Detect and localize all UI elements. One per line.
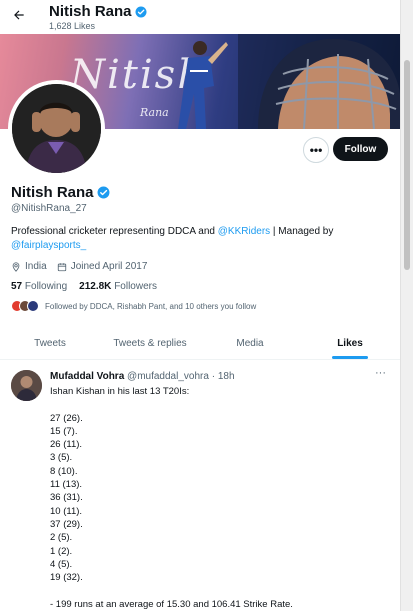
location-text: India <box>25 261 47 272</box>
tweet-line: 2 (5). <box>50 532 73 544</box>
tweet-line: 8 (10). <box>50 465 78 477</box>
tab-label: Likes <box>337 338 363 349</box>
more-dots-icon: ••• <box>309 143 323 157</box>
tweet-card[interactable]: Mufaddal Vohra @mufaddal_vohra · 18h ···… <box>0 361 400 611</box>
tab-label: Tweets & replies <box>113 338 187 349</box>
tweet-author-avatar[interactable] <box>11 370 42 401</box>
tweet-text: Ishan Kishan in his last 13 T20Is: 27 (2… <box>50 385 293 611</box>
followers-label: Followers <box>114 281 157 292</box>
tweet-line: 4 (5). <box>50 558 73 570</box>
profile-handle: @NitishRana_27 <box>11 203 87 214</box>
profile-meta: India Joined April 2017 <box>11 261 147 272</box>
location-item: India <box>11 261 47 272</box>
more-options-button[interactable]: ••• <box>303 137 329 163</box>
tweet-author-handle[interactable]: @mufaddal_vohra <box>127 371 209 382</box>
tweet-line: 37 (29). <box>50 518 83 530</box>
bio-text-1: Professional cricketer representing DDCA… <box>11 226 218 237</box>
tweet-line: 10 (11). <box>50 505 83 517</box>
arrow-left-icon <box>14 10 24 20</box>
banner-helmet-image <box>238 34 400 129</box>
profile-name-text: Nitish Rana <box>11 184 94 201</box>
scrollbar-thumb[interactable] <box>404 60 410 270</box>
tab-media[interactable]: Media <box>200 328 300 359</box>
follow-button[interactable]: Follow <box>333 137 388 161</box>
tweet-line: Ishan Kishan in his last 13 T20Is: <box>50 386 190 397</box>
tab-tweets[interactable]: Tweets <box>0 328 100 359</box>
profile-name: Nitish Rana <box>11 184 110 201</box>
tweet-line <box>50 398 293 411</box>
header-likes-count: 1,628 Likes <box>49 21 96 31</box>
tweet-line <box>50 584 293 597</box>
bio-text-2: | Managed by <box>270 226 334 237</box>
avatar-image <box>12 84 101 173</box>
author-avatar-image <box>11 370 42 401</box>
follow-stats: 57 Following 212.8K Followers <box>11 281 157 292</box>
followed-by[interactable]: Followed by DDCA, Rishabh Pant, and 10 o… <box>11 300 256 312</box>
followers-you-know-avatars <box>11 300 39 312</box>
tweet-line: 11 (13). <box>50 479 83 491</box>
calendar-icon <box>57 262 66 271</box>
tab-label: Media <box>236 338 264 349</box>
tweet-line: - 199 runs at an average of 15.30 and 10… <box>50 598 293 610</box>
location-pin-icon <box>12 261 20 272</box>
tweet-line: 3 (5). <box>50 452 73 464</box>
bio-link-kkriders[interactable]: @KKRiders <box>218 226 270 237</box>
tweet-line: 1 (2). <box>50 545 73 557</box>
banner-batsman-image <box>178 41 228 129</box>
tweet-line: 19 (32). <box>50 572 83 584</box>
header-title: Nitish Rana <box>49 3 147 20</box>
back-button[interactable] <box>8 4 30 26</box>
tab-label: Tweets <box>34 338 66 349</box>
tweet-time[interactable]: 18h <box>218 371 235 382</box>
following-link[interactable]: 57 Following <box>11 281 67 292</box>
followed-by-text: Followed by DDCA, Rishabh Pant, and 10 o… <box>45 301 257 311</box>
followers-link[interactable]: 212.8K Followers <box>79 281 157 292</box>
profile-tabs: Tweets Tweets & replies Media Likes <box>0 328 400 360</box>
active-tab-indicator <box>332 356 368 359</box>
mutual-avatar <box>27 300 39 312</box>
following-count: 57 <box>11 281 23 292</box>
tweet-header: Mufaddal Vohra @mufaddal_vohra · 18h <box>50 371 235 382</box>
tweet-line: 36 (31). <box>50 492 83 504</box>
verified-badge-icon <box>97 186 109 199</box>
followers-count: 212.8K <box>79 281 112 292</box>
profile-bio: Professional cricketer representing DDCA… <box>11 225 391 253</box>
profile-avatar[interactable] <box>8 80 105 177</box>
tweet-line: 26 (11). <box>50 439 83 451</box>
tab-likes[interactable]: Likes <box>300 328 400 359</box>
joined-text: Joined April 2017 <box>70 261 148 272</box>
tweet-line: 15 (7). <box>50 425 78 437</box>
tweet-line: 27 (26). <box>50 412 83 424</box>
verified-badge-icon <box>135 6 147 17</box>
joined-item: Joined April 2017 <box>57 261 148 272</box>
bio-link-fairplaysports[interactable]: @fairplaysports_ <box>11 240 86 251</box>
tweet-more-button[interactable]: ··· <box>375 367 386 379</box>
profile-header-bar: Nitish Rana 1,628 Likes <box>0 0 400 34</box>
tab-tweets-replies[interactable]: Tweets & replies <box>100 328 200 359</box>
header-name: Nitish Rana <box>49 3 132 20</box>
following-label: Following <box>24 281 68 292</box>
tweet-author-name[interactable]: Mufaddal Vohra <box>50 371 124 382</box>
page-scrollbar[interactable] <box>400 0 413 611</box>
tweet-separator: · <box>211 371 216 382</box>
